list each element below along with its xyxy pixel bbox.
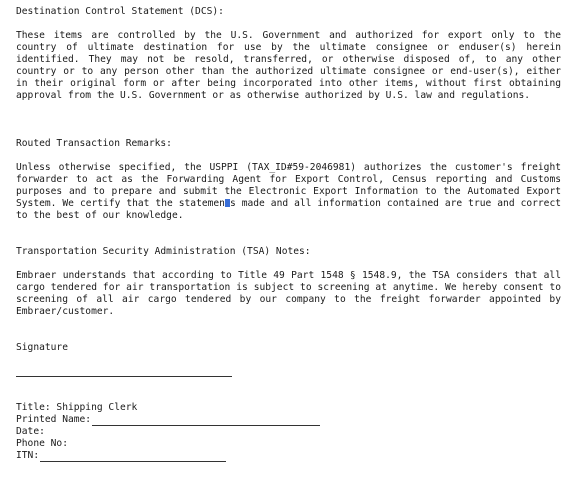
signature-label: Signature [16, 342, 68, 353]
routed-heading: Routed Transaction Remarks: [16, 138, 172, 149]
dcs-body: These items are controlled by the U.S. G… [16, 30, 561, 101]
printed-name-field: Printed Name: [16, 414, 321, 426]
tsa-body: Embraer understands that according to Ti… [16, 270, 561, 317]
printed-name-label: Printed Name: [16, 414, 92, 425]
date-label: Date: [16, 426, 45, 437]
tsa-heading: Transportation Security Administration (… [16, 246, 311, 257]
signature-line[interactable] [16, 376, 232, 377]
title-field: Title: Shipping Clerk [16, 402, 138, 413]
phone-label: Phone No: [16, 438, 68, 449]
printed-name-input[interactable] [92, 416, 321, 426]
itn-field: ITN: [16, 450, 227, 462]
routed-body: Unless otherwise specified, the USPPI (T… [16, 162, 561, 222]
itn-label: ITN: [16, 450, 40, 461]
dcs-heading: Destination Control Statement (DCS): [16, 6, 224, 17]
itn-input[interactable] [40, 452, 227, 462]
